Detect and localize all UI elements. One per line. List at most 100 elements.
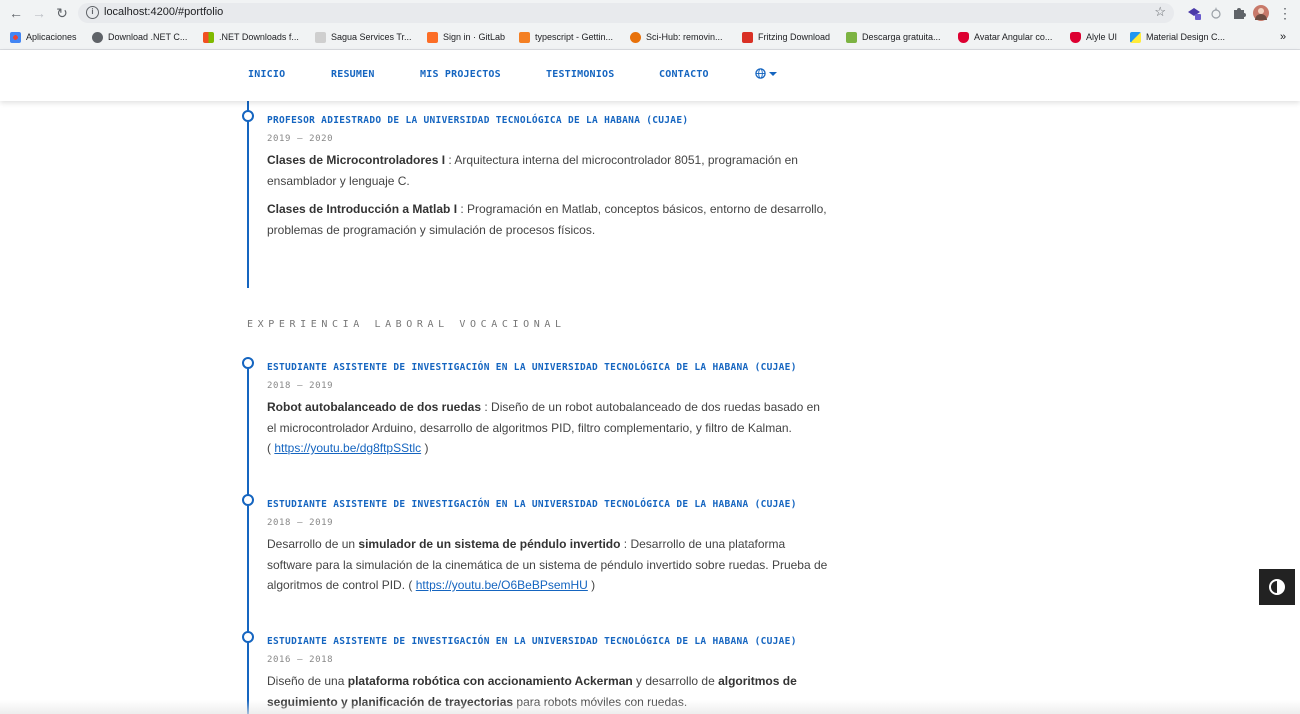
bookmark-item[interactable]: Sagua Services Tr... xyxy=(315,30,412,44)
nav-contacto[interactable]: CONTACTO xyxy=(659,69,709,80)
extension-icon[interactable] xyxy=(1208,5,1224,21)
forward-icon[interactable]: → xyxy=(30,4,48,22)
entry-description: Clases de Microcontroladores I : Arquite… xyxy=(267,150,832,240)
bookmark-item[interactable]: typescript - Gettin... xyxy=(519,30,613,44)
bookmark-label: Sci-Hub: removin... xyxy=(646,32,723,42)
bookmark-item[interactable]: .NET Downloads f... xyxy=(203,30,299,44)
entry-date: 2018 — 2019 xyxy=(267,518,334,528)
bookmark-item[interactable]: Sci-Hub: removin... xyxy=(630,30,723,44)
browser-toolbar: ← → ↻ i localhost:4200/#portfolio ☆ ⋮ xyxy=(0,0,1300,26)
bookmark-star-icon[interactable]: ☆ xyxy=(1154,4,1166,20)
site-header: INICIO RESUMEN MIS PROJECTOS TESTIMONIOS… xyxy=(0,50,1300,101)
site-info-icon[interactable]: i xyxy=(86,6,99,19)
timeline-dot xyxy=(242,110,254,122)
video-link[interactable]: https://youtu.be/O6BeBPsemHU xyxy=(416,578,588,592)
bookmark-label: Material Design C... xyxy=(1146,32,1226,42)
nav-mis-projectos[interactable]: MIS PROJECTOS xyxy=(420,69,501,80)
timeline-dot xyxy=(242,494,254,506)
entry-paragraph: Clases de Microcontroladores I : Arquite… xyxy=(267,150,832,191)
description-text: Diseño de una xyxy=(267,674,348,688)
globe-icon xyxy=(755,68,766,79)
entry-description: Robot autobalanceado de dos ruedas : Dis… xyxy=(267,397,832,459)
fritzing-icon xyxy=(742,31,753,43)
nav-testimonios[interactable]: TESTIMONIOS xyxy=(546,69,614,80)
link-open: ( xyxy=(408,578,416,592)
apps-grid-icon xyxy=(10,31,21,43)
video-link[interactable]: https://youtu.be/dg8ftpSStlc xyxy=(274,441,421,455)
bookmark-item[interactable]: Download .NET C... xyxy=(92,30,187,44)
bookmark-label: Download .NET C... xyxy=(108,32,188,42)
material-design-icon xyxy=(1130,31,1141,43)
chevron-down-icon xyxy=(769,72,778,76)
globe-icon xyxy=(92,31,103,43)
menu-dots-icon[interactable]: ⋮ xyxy=(1276,4,1294,22)
microsoft-icon xyxy=(203,31,214,43)
bookmark-label: Sagua Services Tr... xyxy=(331,32,412,42)
entry-title: PROFESOR ADIESTRADO DE LA UNIVERSIDAD TE… xyxy=(267,115,689,126)
teaching-entry: PROFESOR ADIESTRADO DE LA UNIVERSIDAD TE… xyxy=(267,115,832,248)
bold-text: plataforma robótica con accionamiento Ac… xyxy=(347,674,633,688)
nav-inicio[interactable]: INICIO xyxy=(248,69,285,80)
avatar[interactable] xyxy=(1253,5,1269,21)
timeline-line xyxy=(247,363,249,714)
bookmark-label: Sign in · GitLab xyxy=(443,32,506,42)
scihub-icon xyxy=(630,31,641,43)
timeline-dot xyxy=(242,631,254,643)
description-text: Desarrollo de un xyxy=(267,537,359,551)
timeline-line xyxy=(247,101,249,288)
stackoverflow-icon xyxy=(519,31,530,43)
bookmark-label: .NET Downloads f... xyxy=(219,32,299,42)
bookmarks-bar: Aplicaciones Download .NET C... .NET Dow… xyxy=(0,26,1300,48)
puzzle-icon[interactable] xyxy=(1231,5,1247,21)
experience-entry: ESTUDIANTE ASISTENTE DE INVESTIGACIÓN EN… xyxy=(267,362,832,459)
entry-paragraph: Clases de Introducción a Matlab I : Prog… xyxy=(267,199,832,240)
gitlab-icon xyxy=(427,31,438,43)
bold-text: Clases de Introducción a Matlab I xyxy=(267,202,458,216)
entry-date: 2016 — 2018 xyxy=(267,655,334,665)
angular-icon xyxy=(1070,31,1081,43)
angular-icon xyxy=(958,31,969,43)
bookmark-item[interactable]: Alyle UI xyxy=(1070,30,1117,44)
bookmark-item[interactable]: Material Design C... xyxy=(1130,30,1225,44)
bookmark-item[interactable]: Sign in · GitLab xyxy=(427,30,505,44)
entry-title: ESTUDIANTE ASISTENTE DE INVESTIGACIÓN EN… xyxy=(267,362,797,373)
link-close: ) xyxy=(421,441,429,455)
entry-date: 2018 — 2019 xyxy=(267,381,334,391)
theme-toggle-button[interactable] xyxy=(1259,569,1295,605)
description-text: y desarrollo de xyxy=(632,674,719,688)
back-icon[interactable]: ← xyxy=(7,4,25,22)
entry-date: 2019 — 2020 xyxy=(267,134,334,144)
bookmark-label: Descarga gratuita... xyxy=(862,32,941,42)
browser-chrome: ← → ↻ i localhost:4200/#portfolio ☆ ⋮ Ap… xyxy=(0,0,1300,50)
bookmark-item[interactable]: Avatar Angular co... xyxy=(958,30,1052,44)
timeline-dot xyxy=(242,357,254,369)
section-title: EXPERIENCIA LABORAL VOCACIONAL xyxy=(247,319,566,330)
entry-title: ESTUDIANTE ASISTENTE DE INVESTIGACIÓN EN… xyxy=(267,636,797,647)
nav-resumen[interactable]: RESUMEN xyxy=(331,69,375,80)
bookmark-label: Avatar Angular co... xyxy=(974,32,1053,42)
address-bar[interactable]: i localhost:4200/#portfolio ☆ xyxy=(78,3,1174,23)
entry-title: ESTUDIANTE ASISTENTE DE INVESTIGACIÓN EN… xyxy=(267,499,797,510)
bold-text: Robot autobalanceado de dos ruedas xyxy=(267,400,482,414)
experience-entry: ESTUDIANTE ASISTENTE DE INVESTIGACIÓN EN… xyxy=(267,499,832,596)
extension-icon[interactable] xyxy=(1186,5,1202,21)
bold-text: Clases de Microcontroladores I xyxy=(267,153,446,167)
bookmark-label: Alyle UI xyxy=(1086,32,1118,42)
bookmark-item[interactable]: Fritzing Download xyxy=(742,30,830,44)
bookmark-label: Aplicaciones xyxy=(26,32,77,42)
bookmark-apps[interactable]: Aplicaciones xyxy=(10,30,77,44)
bottom-fade xyxy=(0,700,1300,714)
bookmark-label: typescript - Gettin... xyxy=(535,32,614,42)
contrast-icon xyxy=(1269,579,1285,595)
bookmark-item[interactable]: Descarga gratuita... xyxy=(846,30,941,44)
bookmarks-overflow-button[interactable]: » xyxy=(1280,30,1286,44)
language-menu-button[interactable] xyxy=(755,68,778,81)
bookmark-label: Fritzing Download xyxy=(758,32,831,42)
bold-text: simulador de un sistema de péndulo inver… xyxy=(358,537,621,551)
sagua-icon xyxy=(315,31,326,43)
portfolio-content: PROFESOR ADIESTRADO DE LA UNIVERSIDAD TE… xyxy=(0,101,1300,714)
reload-icon[interactable]: ↻ xyxy=(53,4,71,22)
download-icon xyxy=(846,31,857,43)
url-text: localhost:4200/#portfolio xyxy=(104,6,224,18)
link-close: ) xyxy=(587,578,596,592)
